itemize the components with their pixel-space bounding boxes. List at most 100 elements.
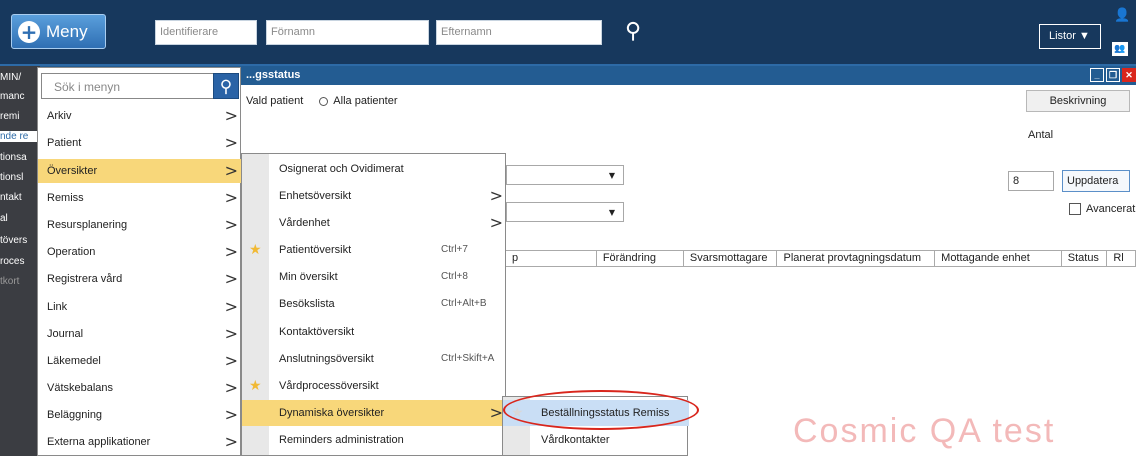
menu-item-registrera-vard[interactable]: Registrera vård >	[38, 267, 242, 291]
chevron-right-icon: >	[224, 351, 238, 370]
column-header[interactable]: Mottagande enhet	[935, 251, 1062, 266]
sidebar-line[interactable]: tionsa	[0, 152, 40, 163]
menu-item-externa-applikationer[interactable]: Externa applikationer >	[38, 430, 242, 454]
top-bar: + Meny Identifierare Förnamn Efternamn ⚲…	[0, 0, 1136, 66]
submenu-item-min-oversikt[interactable]: Min översikt Ctrl+8	[242, 264, 507, 290]
menu-item-arkiv[interactable]: Arkiv >	[38, 104, 242, 128]
chevron-down-icon: ▼	[608, 171, 615, 180]
listor-button[interactable]: Listor ▼	[1039, 24, 1101, 49]
sidebar-line[interactable]: tkort	[0, 276, 40, 287]
menu-item-label: Externa applikationer	[47, 436, 151, 448]
chevron-right-icon: >	[224, 106, 238, 125]
search-icon[interactable]: ⚲	[621, 19, 645, 45]
menu-item-resursplanering[interactable]: Resursplanering >	[38, 213, 242, 237]
submenu-item-besokslista[interactable]: Besökslista Ctrl+Alt+B	[242, 291, 507, 317]
checkbox-box	[1069, 203, 1081, 215]
sidebar-line[interactable]: nde re	[0, 131, 40, 142]
sidebar-line[interactable]: tionsl	[0, 172, 40, 183]
chevron-right-icon: >	[224, 405, 238, 424]
restore-icon[interactable]: ❐	[1106, 68, 1120, 82]
chevron-right-icon: >	[224, 161, 238, 180]
group-icon[interactable]: 👥	[1112, 42, 1128, 56]
sidebar-line[interactable]: ntakt	[0, 192, 40, 203]
chevron-right-icon: >	[224, 215, 238, 234]
menu-item-operation[interactable]: Operation >	[38, 240, 242, 264]
chevron-right-icon: >	[224, 324, 238, 343]
submenu-item-vardenhet[interactable]: Vårdenhet >	[242, 210, 507, 236]
menu-item-label: Journal	[47, 328, 84, 340]
sidebar-line[interactable]: remi	[0, 111, 40, 122]
avancerat-label: Avancerat	[1086, 203, 1136, 215]
radio-alla-patienter[interactable]: Alla patienter	[319, 95, 398, 107]
submenu-item-anslutningsoversikt[interactable]: Anslutningsöversikt Ctrl+Skift+A	[242, 346, 507, 372]
identifierare-input[interactable]: Identifierare	[155, 20, 257, 45]
fornamn-input[interactable]: Förnamn	[266, 20, 429, 45]
menu-button[interactable]: + Meny	[11, 14, 106, 49]
plus-icon: +	[18, 20, 40, 43]
avancerat-checkbox[interactable]: Avancerat	[1069, 203, 1135, 215]
chevron-right-icon: >	[224, 269, 238, 288]
watermark-text: Cosmic QA test	[793, 412, 1056, 450]
minimize-icon[interactable]: _	[1090, 68, 1104, 82]
column-header[interactable]: Status	[1062, 251, 1108, 266]
submenu-item-label: Dynamiska översikter	[279, 407, 385, 419]
submenu-item-enhetsoversikt[interactable]: Enhetsöversikt >	[242, 183, 507, 209]
efternamn-input[interactable]: Efternamn	[436, 20, 602, 45]
close-icon[interactable]: ✕	[1122, 68, 1136, 82]
user-icon[interactable]: 👤	[1114, 8, 1130, 23]
antal-label: Antal	[1028, 129, 1054, 141]
submenu-item-label: Kontaktöversikt	[279, 326, 355, 338]
chevron-right-icon: >	[224, 432, 238, 451]
shortcut-label: Ctrl+Alt+B	[441, 298, 487, 309]
menu-item-belaggning[interactable]: Beläggning >	[38, 403, 242, 427]
submenu-item-osignerat[interactable]: Osignerat och Ovidimerat	[242, 156, 507, 182]
menu-item-label: Arkiv	[47, 110, 72, 122]
filter-combo-1[interactable]: ▼	[506, 165, 624, 185]
column-header[interactable]: Planerat provtagningsdatum	[777, 251, 936, 266]
menu-item-remiss[interactable]: Remiss >	[38, 186, 242, 210]
menu-item-label: Remiss	[47, 192, 84, 204]
menu-item-patient[interactable]: Patient >	[38, 131, 242, 155]
menu-item-label: Beläggning	[47, 409, 103, 421]
column-header[interactable]: Svarsmottagare	[684, 251, 778, 266]
submenu-item-kontaktoversikt[interactable]: Kontaktöversikt	[242, 319, 507, 345]
beskrivning-button[interactable]: Beskrivning	[1026, 90, 1130, 112]
submenu-item-vardprocessoversikt[interactable]: ★ Vårdprocessöversikt	[242, 373, 507, 399]
menu-item-oversikter[interactable]: Översikter >	[38, 159, 242, 183]
menu-item-label: Link	[47, 301, 68, 313]
filter-combo-2[interactable]: ▼	[506, 202, 624, 222]
chevron-right-icon: >	[489, 213, 503, 232]
menu-item-link[interactable]: Link >	[38, 295, 242, 319]
submenu-item-label: Vårdprocessöversikt	[279, 380, 379, 392]
submenu-item-vardkontakter[interactable]: Vårdkontakter	[503, 427, 689, 453]
submenu-item-dynamiska-oversikter[interactable]: Dynamiska översikter >	[242, 400, 507, 426]
submenu-item-label: Anslutningsöversikt	[279, 353, 374, 365]
window-title: ...gsstatus	[246, 69, 301, 81]
sidebar-line[interactable]: tövers	[0, 235, 40, 246]
column-header[interactable]: Förändring	[597, 251, 684, 266]
left-sidebar: MIN/ manc remi nde re tionsa tionsl ntak…	[0, 66, 40, 456]
star-icon[interactable]: ★	[249, 373, 262, 399]
submenu-item-patientoversikt[interactable]: ★ Patientöversikt Ctrl+7	[242, 237, 507, 263]
submenu-item-label: Vårdenhet	[279, 217, 330, 229]
chevron-right-icon: >	[489, 186, 503, 205]
menu-item-label: Registrera vård	[47, 273, 123, 285]
table-header: p Förändring Svarsmottagare Planerat pro…	[506, 250, 1136, 267]
submenu-item-label: Vårdkontakter	[541, 434, 610, 446]
search-icon[interactable]: ⚲	[213, 73, 239, 99]
sidebar-line[interactable]: roces	[0, 256, 40, 267]
menu-search-input[interactable]: Sök i menyn ⚲	[41, 73, 239, 99]
menu-item-vatskebalans[interactable]: Vätskebalans >	[38, 376, 242, 400]
menu-item-lakemedel[interactable]: Läkemedel >	[38, 349, 242, 373]
menu-item-journal[interactable]: Journal >	[38, 322, 242, 346]
highlight-ring	[503, 390, 699, 430]
sidebar-line[interactable]: al	[0, 213, 40, 224]
column-header[interactable]: Rl	[1107, 251, 1136, 266]
submenu-item-reminders[interactable]: Reminders administration	[242, 427, 507, 453]
uppdatera-button[interactable]: Uppdatera	[1062, 170, 1130, 192]
sidebar-line[interactable]: manc	[0, 91, 40, 102]
star-icon[interactable]: ★	[249, 237, 262, 263]
column-header[interactable]: p	[506, 251, 597, 266]
radio-vald-patient[interactable]: Vald patient	[246, 95, 303, 107]
chevron-right-icon: >	[224, 188, 238, 207]
